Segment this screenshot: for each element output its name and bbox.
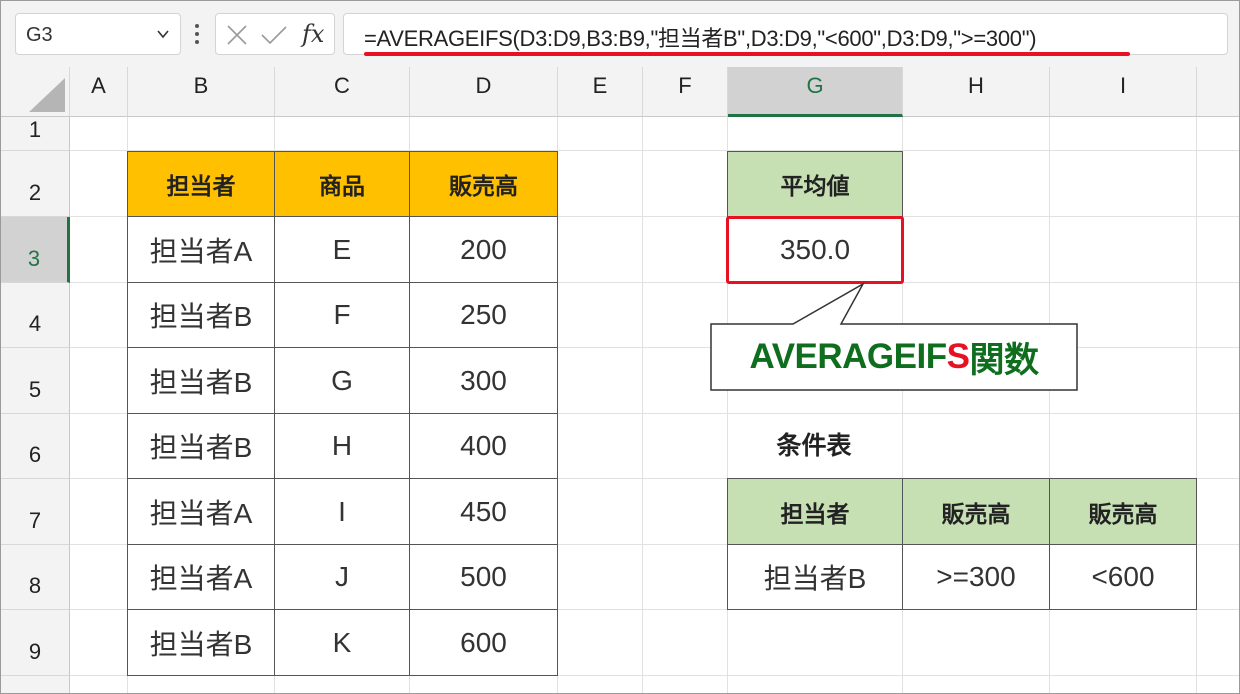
table-cell-c7[interactable]: I <box>274 478 410 545</box>
chevron-down-icon[interactable] <box>157 28 169 40</box>
table-cell-d4[interactable]: 250 <box>409 282 558 348</box>
name-box[interactable]: G3 <box>15 13 181 55</box>
column-header-h[interactable]: H <box>903 67 1050 117</box>
table-cell-b3[interactable]: 担当者A <box>127 216 275 283</box>
check-icon[interactable] <box>260 24 288 46</box>
column-header-i[interactable]: I <box>1050 67 1197 117</box>
table-cell-c4[interactable]: F <box>274 282 410 348</box>
table-cell-d6[interactable]: 400 <box>409 413 558 479</box>
table-cell-c8[interactable]: J <box>274 544 410 610</box>
table-cell-b8[interactable]: 担当者A <box>127 544 275 610</box>
header-hanbaidaka[interactable]: 販売高 <box>409 151 558 217</box>
row-header-2[interactable]: 2 <box>1 151 70 217</box>
select-all-triangle-icon <box>29 78 65 112</box>
formula-input[interactable]: =AVERAGEIFS(D3:D9,B3:B9,"担当者B",D3:D9,"<6… <box>343 13 1228 56</box>
column-header-b[interactable]: B <box>128 67 275 117</box>
column-header-e[interactable]: E <box>558 67 643 117</box>
column-header-g[interactable]: G <box>728 67 903 117</box>
row-header-8[interactable]: 8 <box>1 545 70 610</box>
table-cell-b6[interactable]: 担当者B <box>127 413 275 479</box>
formula-buttons: fx <box>215 13 335 55</box>
cancel-icon[interactable] <box>226 24 248 46</box>
average-header[interactable]: 平均値 <box>727 151 903 217</box>
row-header-5[interactable]: 5 <box>1 348 70 414</box>
excel-window: G3 fx =AVERAGEIFS(D3:D9,B3:B9,"担当者B",D3:… <box>0 0 1240 694</box>
table-cell-c3[interactable]: E <box>274 216 410 283</box>
row-header-6[interactable]: 6 <box>1 414 70 479</box>
row-header-7[interactable]: 7 <box>1 479 70 545</box>
table-cell-b4[interactable]: 担当者B <box>127 282 275 348</box>
row-header-4[interactable]: 4 <box>1 283 70 348</box>
result-highlight-box <box>726 216 904 284</box>
criteria-value-min[interactable]: >=300 <box>902 544 1050 610</box>
table-cell-d8[interactable]: 500 <box>409 544 558 610</box>
column-header-next[interactable] <box>1197 67 1239 117</box>
row-header-9[interactable]: 9 <box>1 610 70 676</box>
formula-underline <box>364 52 1130 56</box>
select-all-corner[interactable] <box>1 67 70 117</box>
formula-text: =AVERAGEIFS(D3:D9,B3:B9,"担当者B",D3:D9,"<6… <box>364 26 1037 51</box>
table-cell-d7[interactable]: 450 <box>409 478 558 545</box>
more-options-icon[interactable] <box>194 18 200 50</box>
criteria-value-tantousha[interactable]: 担当者B <box>727 544 903 610</box>
callout-label: AVERAGEIF S 関数 <box>711 324 1077 390</box>
row-header-3[interactable]: 3 <box>1 217 70 283</box>
criteria-value-max[interactable]: <600 <box>1049 544 1197 610</box>
row-header-next[interactable] <box>1 676 70 693</box>
table-cell-c6[interactable]: H <box>274 413 410 479</box>
name-box-value: G3 <box>26 24 53 46</box>
table-cell-d9[interactable]: 600 <box>409 609 558 676</box>
criteria-caption: 条件表 <box>776 432 852 460</box>
row-header-1[interactable]: 1 <box>1 117 70 151</box>
callout-prefix: AVERAGEIF <box>749 337 948 376</box>
column-header-d[interactable]: D <box>410 67 558 117</box>
callout-suffix: 関数 <box>969 340 1039 380</box>
criteria-header-hanbaidaka-1[interactable]: 販売高 <box>902 478 1050 545</box>
criteria-header-tantousha[interactable]: 担当者 <box>727 478 903 545</box>
callout-highlight: S <box>946 337 970 376</box>
gridline <box>642 117 643 693</box>
table-cell-d3[interactable]: 200 <box>409 216 558 283</box>
table-cell-c5[interactable]: G <box>274 347 410 414</box>
header-shouhin[interactable]: 商品 <box>274 151 410 217</box>
table-cell-c9[interactable]: K <box>274 609 410 676</box>
criteria-header-hanbaidaka-2[interactable]: 販売高 <box>1049 478 1197 545</box>
table-cell-b7[interactable]: 担当者A <box>127 478 275 545</box>
header-tantousha[interactable]: 担当者 <box>127 151 275 217</box>
table-cell-d5[interactable]: 300 <box>409 347 558 414</box>
table-cell-b5[interactable]: 担当者B <box>127 347 275 414</box>
table-cell-b9[interactable]: 担当者B <box>127 609 275 676</box>
formula-bar-area: G3 fx =AVERAGEIFS(D3:D9,B3:B9,"担当者B",D3:… <box>1 1 1239 67</box>
column-header-a[interactable]: A <box>70 67 128 117</box>
column-header-c[interactable]: C <box>275 67 410 117</box>
column-header-f[interactable]: F <box>643 67 728 117</box>
insert-function-icon[interactable]: fx <box>302 20 324 48</box>
